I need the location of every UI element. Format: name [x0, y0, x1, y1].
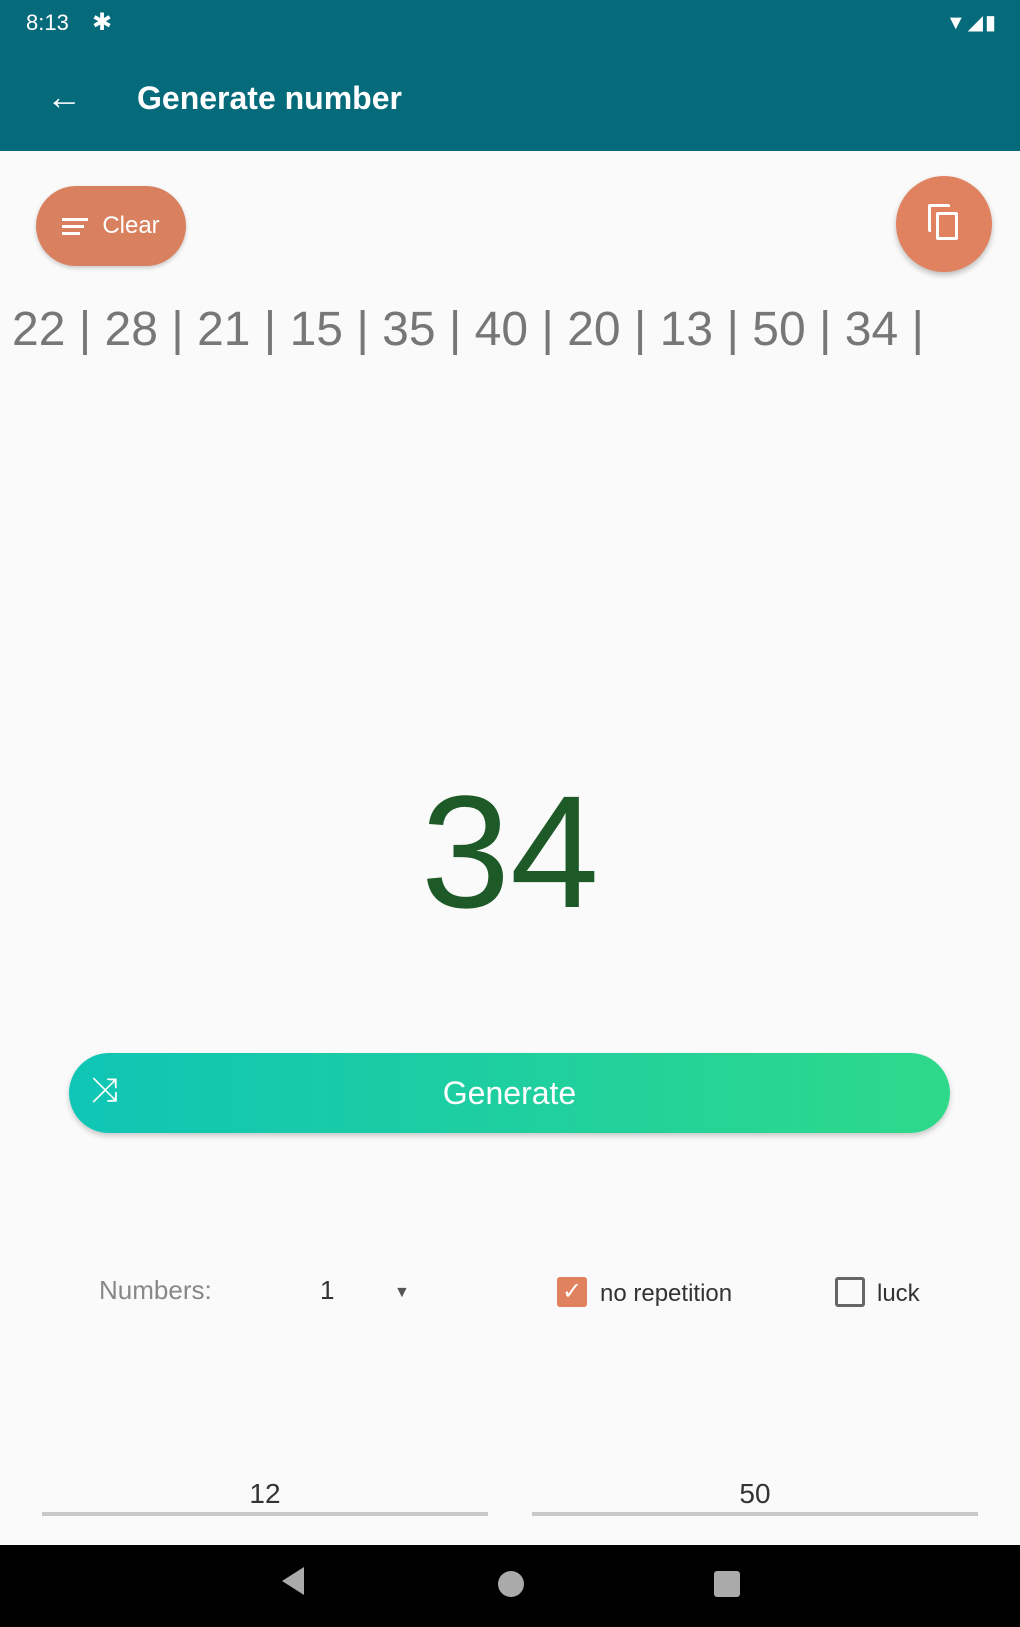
- max-input[interactable]: [532, 1476, 978, 1516]
- no-repetition-checkbox[interactable]: ✓: [557, 1277, 587, 1307]
- app-bar: ← Generate number: [0, 48, 1020, 151]
- numbers-spinner[interactable]: 1: [320, 1275, 334, 1306]
- settings-icon: ✱: [92, 9, 113, 36]
- min-input[interactable]: [42, 1476, 488, 1516]
- luck-label[interactable]: luck: [877, 1280, 920, 1308]
- clear-all-icon: [62, 217, 89, 235]
- page-title: Generate number: [137, 80, 402, 116]
- recents-nav-icon[interactable]: [714, 1571, 740, 1597]
- copy-button[interactable]: [896, 176, 992, 272]
- back-arrow-icon[interactable]: ←: [46, 76, 82, 118]
- navigation-bar: [0, 1545, 1020, 1627]
- wifi-signal-battery-icon: ▼◢▮: [945, 12, 998, 34]
- clear-button-label: Clear: [102, 212, 160, 239]
- numbers-label: Numbers:: [99, 1275, 212, 1305]
- generated-number: 34: [421, 762, 599, 941]
- clear-button[interactable]: Clear: [36, 186, 186, 266]
- status-bar: 8:13 ✱ ▼◢▮: [0, 0, 1020, 48]
- status-time: 8:13: [26, 10, 69, 35]
- number-history: 22 | 28 | 21 | 15 | 35 | 40 | 20 | 13 | …: [12, 303, 924, 356]
- home-nav-icon[interactable]: [498, 1571, 524, 1597]
- no-repetition-label[interactable]: no repetition: [600, 1280, 732, 1308]
- back-nav-icon[interactable]: [282, 1567, 304, 1595]
- luck-checkbox[interactable]: [835, 1277, 865, 1307]
- generate-button-label: Generate: [442, 1075, 577, 1111]
- dropdown-arrow-icon[interactable]: ▼: [394, 1284, 410, 1302]
- generate-button[interactable]: ⤨ Generate: [69, 1053, 950, 1133]
